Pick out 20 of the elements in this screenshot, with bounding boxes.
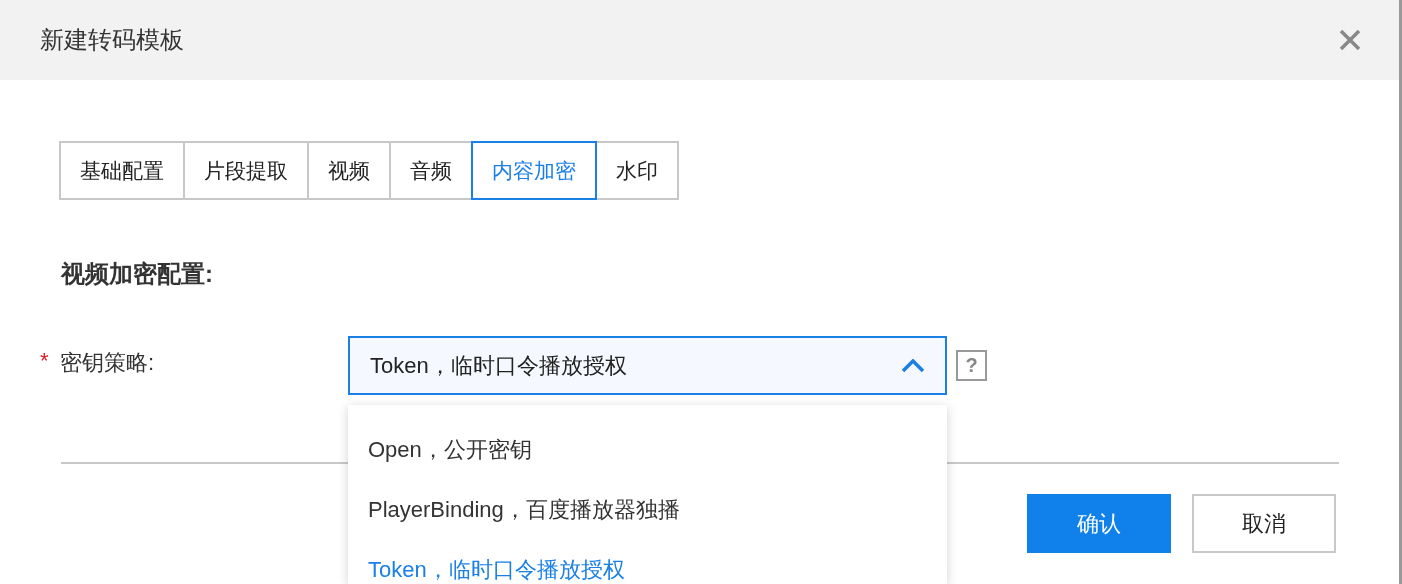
- required-mark: *: [40, 347, 50, 375]
- caret-icon: [901, 358, 925, 373]
- section-title: 视频加密配置:: [61, 259, 214, 289]
- dropdown-option[interactable]: Open，公开密钥: [348, 419, 947, 479]
- dialog-title: 新建转码模板: [40, 25, 184, 55]
- tab[interactable]: 视频: [307, 141, 391, 200]
- select-field[interactable]: Token，临时口令播放授权: [348, 336, 947, 395]
- field-label: 密钥策略:: [60, 349, 156, 377]
- dropdown-option[interactable]: Token，临时口令播放授权: [348, 539, 947, 584]
- dropdown-option[interactable]: PlayerBinding，百度播放器独播: [348, 479, 947, 539]
- tab[interactable]: 片段提取: [183, 141, 309, 200]
- tab[interactable]: 内容加密: [471, 141, 597, 200]
- confirm-button[interactable]: 确认: [1027, 494, 1171, 553]
- tab[interactable]: 水印: [595, 141, 679, 200]
- close-icon[interactable]: [1337, 27, 1363, 53]
- help-icon[interactable]: ?: [956, 350, 987, 381]
- tab[interactable]: 音频: [389, 141, 473, 200]
- tab[interactable]: 基础配置: [59, 141, 185, 200]
- selected-value: Token，临时口令播放授权: [370, 352, 627, 380]
- cancel-button[interactable]: 取消: [1192, 494, 1336, 553]
